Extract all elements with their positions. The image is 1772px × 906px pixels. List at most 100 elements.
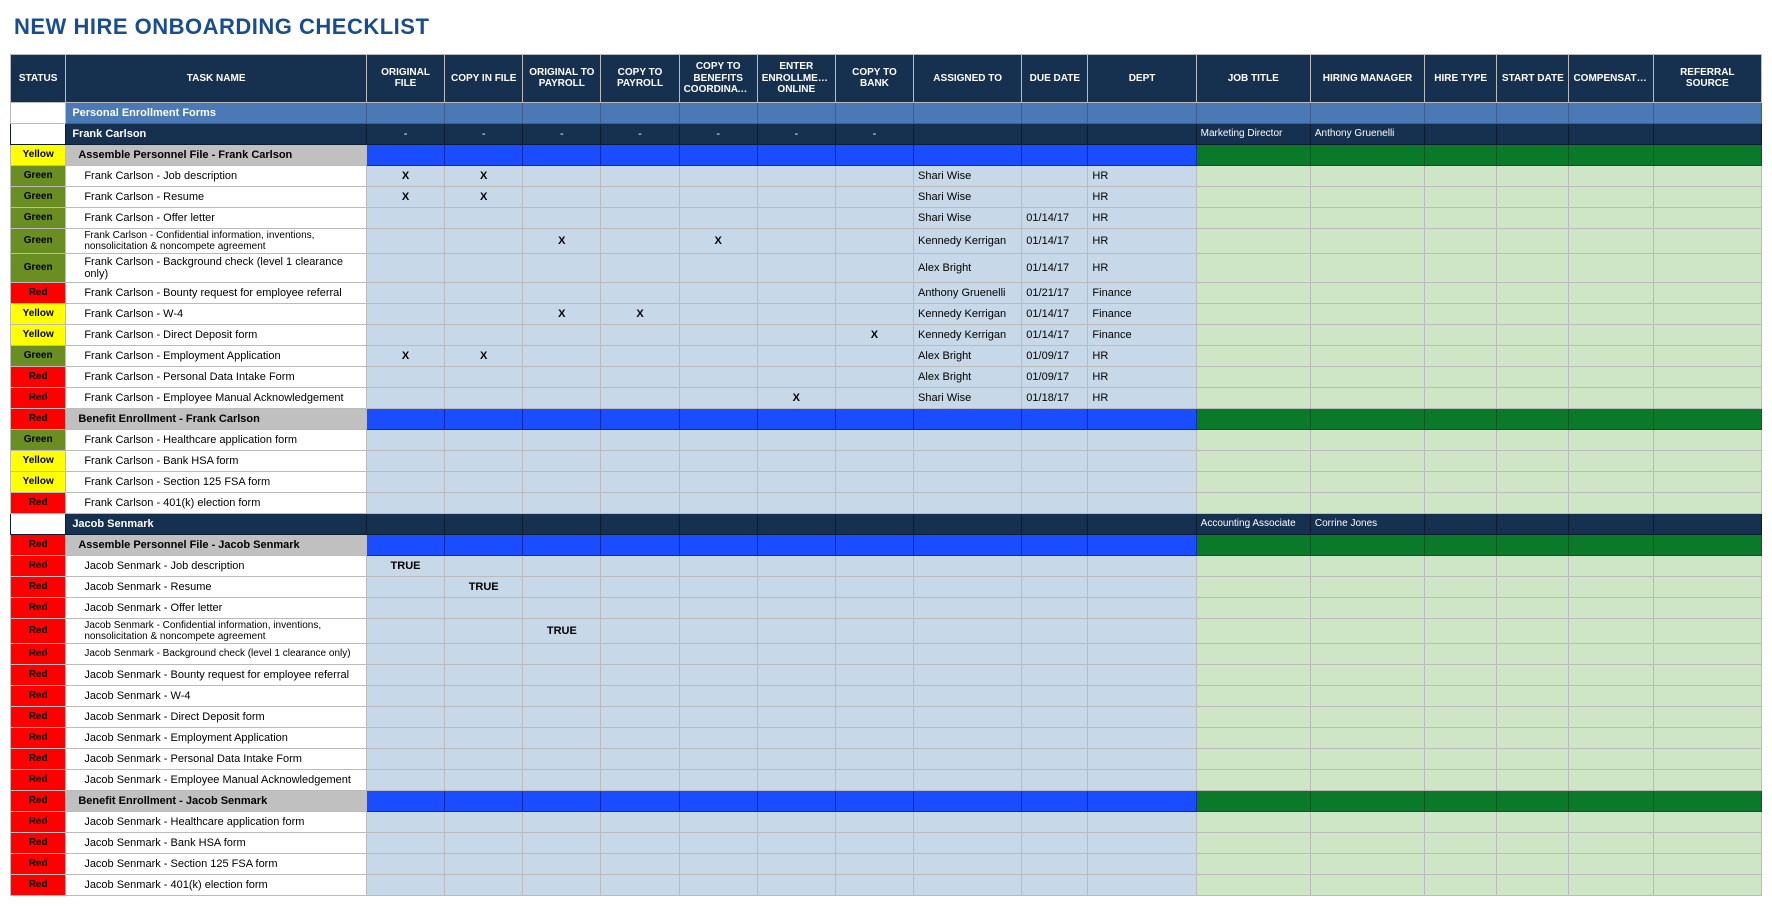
meta-cell[interactable]: [1497, 874, 1569, 895]
dept-cell[interactable]: Finance: [1088, 303, 1196, 324]
mark-cell[interactable]: [445, 492, 523, 513]
mark-cell[interactable]: [835, 664, 913, 685]
mark-cell[interactable]: [523, 597, 601, 618]
meta-cell[interactable]: [1497, 324, 1569, 345]
task-cell[interactable]: Jacob Senmark - Employment Application: [66, 727, 367, 748]
mark-cell[interactable]: [366, 643, 444, 664]
due-cell[interactable]: 01/18/17: [1022, 387, 1088, 408]
mark-cell[interactable]: [757, 555, 835, 576]
meta-cell[interactable]: [1310, 228, 1424, 253]
meta-cell[interactable]: [1310, 492, 1424, 513]
meta-cell[interactable]: [1310, 790, 1424, 811]
table-row[interactable]: RedFrank Carlson - Personal Data Intake …: [11, 366, 1762, 387]
mark-cell[interactable]: [445, 874, 523, 895]
meta-cell[interactable]: [1653, 345, 1761, 366]
meta-cell[interactable]: [1653, 664, 1761, 685]
table-row[interactable]: RedBenefit Enrollment - Jacob Senmark: [11, 790, 1762, 811]
mark-cell[interactable]: [757, 727, 835, 748]
status-cell[interactable]: Green: [11, 207, 66, 228]
meta-cell[interactable]: [1425, 450, 1497, 471]
meta-cell[interactable]: [1653, 853, 1761, 874]
meta-cell[interactable]: [1653, 387, 1761, 408]
meta-cell[interactable]: [1653, 769, 1761, 790]
mark-cell[interactable]: [366, 664, 444, 685]
assigned-cell[interactable]: [914, 408, 1022, 429]
mark-cell[interactable]: [523, 513, 601, 534]
dept-cell[interactable]: Finance: [1088, 282, 1196, 303]
mark-cell[interactable]: [679, 597, 757, 618]
mark-cell[interactable]: [679, 685, 757, 706]
meta-cell[interactable]: [1196, 450, 1310, 471]
mark-cell[interactable]: [757, 450, 835, 471]
meta-cell[interactable]: [1310, 207, 1424, 228]
mark-cell[interactable]: [757, 811, 835, 832]
mark-cell[interactable]: [835, 874, 913, 895]
table-row[interactable]: RedFrank Carlson - Bounty request for em…: [11, 282, 1762, 303]
due-cell[interactable]: [1022, 706, 1088, 727]
mark-cell[interactable]: [679, 513, 757, 534]
meta-cell[interactable]: [1653, 123, 1761, 144]
task-cell[interactable]: Frank Carlson: [66, 123, 367, 144]
mark-cell[interactable]: [523, 492, 601, 513]
mark-cell[interactable]: [523, 345, 601, 366]
meta-cell[interactable]: [1569, 576, 1653, 597]
dept-cell[interactable]: [1088, 408, 1196, 429]
dept-cell[interactable]: [1088, 555, 1196, 576]
assigned-cell[interactable]: [914, 102, 1022, 123]
mark-cell[interactable]: [601, 253, 679, 282]
due-cell[interactable]: [1022, 748, 1088, 769]
due-cell[interactable]: [1022, 643, 1088, 664]
meta-cell[interactable]: [1425, 576, 1497, 597]
mark-cell[interactable]: [835, 597, 913, 618]
mark-cell[interactable]: X: [366, 186, 444, 207]
column-header[interactable]: COPY TO BENEFITS COORDINATOR: [679, 55, 757, 103]
mark-cell[interactable]: [679, 144, 757, 165]
mark-cell[interactable]: [835, 345, 913, 366]
meta-cell[interactable]: [1653, 303, 1761, 324]
meta-cell[interactable]: [1196, 102, 1310, 123]
meta-cell[interactable]: [1569, 165, 1653, 186]
meta-cell[interactable]: [1497, 450, 1569, 471]
meta-cell[interactable]: [1425, 282, 1497, 303]
mark-cell[interactable]: [601, 555, 679, 576]
due-cell[interactable]: [1022, 471, 1088, 492]
mark-cell[interactable]: [366, 618, 444, 643]
meta-cell[interactable]: [1569, 618, 1653, 643]
mark-cell[interactable]: [601, 748, 679, 769]
task-cell[interactable]: Frank Carlson - Offer letter: [66, 207, 367, 228]
mark-cell[interactable]: [679, 186, 757, 207]
meta-cell[interactable]: [1497, 643, 1569, 664]
mark-cell[interactable]: [601, 324, 679, 345]
mark-cell[interactable]: [366, 207, 444, 228]
task-cell[interactable]: Frank Carlson - Personal Data Intake For…: [66, 366, 367, 387]
assigned-cell[interactable]: [914, 471, 1022, 492]
meta-cell[interactable]: [1310, 664, 1424, 685]
mark-cell[interactable]: [366, 102, 444, 123]
mark-cell[interactable]: [835, 429, 913, 450]
mark-cell[interactable]: [757, 769, 835, 790]
mark-cell[interactable]: [757, 832, 835, 853]
assigned-cell[interactable]: [914, 534, 1022, 555]
mark-cell[interactable]: [366, 228, 444, 253]
meta-cell[interactable]: [1653, 811, 1761, 832]
meta-cell[interactable]: [1310, 576, 1424, 597]
mark-cell[interactable]: [523, 853, 601, 874]
meta-cell[interactable]: [1653, 324, 1761, 345]
meta-cell[interactable]: [1569, 324, 1653, 345]
dept-cell[interactable]: [1088, 643, 1196, 664]
status-cell[interactable]: [11, 513, 66, 534]
assigned-cell[interactable]: Anthony Gruenelli: [914, 282, 1022, 303]
meta-cell[interactable]: [1310, 387, 1424, 408]
meta-cell[interactable]: [1497, 253, 1569, 282]
meta-cell[interactable]: [1569, 513, 1653, 534]
mark-cell[interactable]: [445, 664, 523, 685]
column-header[interactable]: ASSIGNED TO: [914, 55, 1022, 103]
dept-cell[interactable]: HR: [1088, 345, 1196, 366]
mark-cell[interactable]: [757, 534, 835, 555]
task-cell[interactable]: Jacob Senmark - Section 125 FSA form: [66, 853, 367, 874]
status-cell[interactable]: Red: [11, 727, 66, 748]
table-row[interactable]: RedJacob Senmark - Healthcare applicatio…: [11, 811, 1762, 832]
due-cell[interactable]: 01/14/17: [1022, 228, 1088, 253]
mark-cell[interactable]: [601, 597, 679, 618]
assigned-cell[interactable]: [914, 706, 1022, 727]
